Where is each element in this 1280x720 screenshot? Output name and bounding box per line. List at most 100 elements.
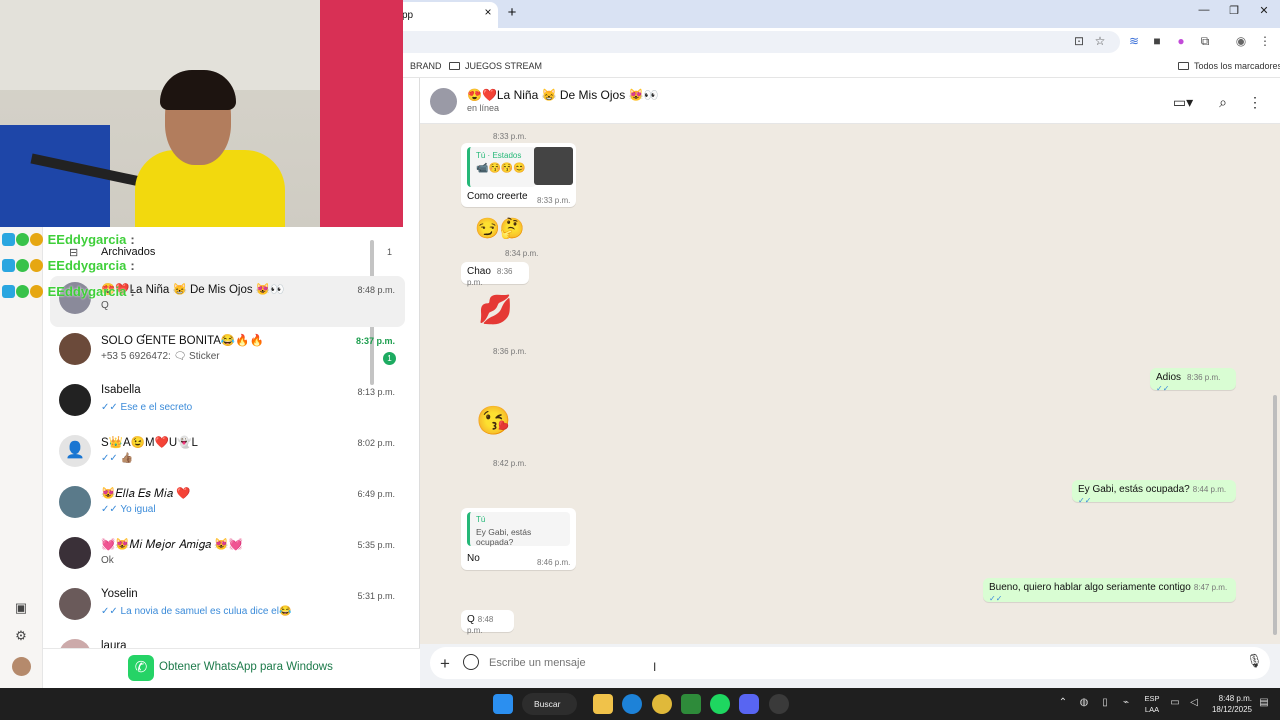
avatar: [59, 333, 91, 365]
read-ticks-icon: ✓✓: [1078, 496, 1092, 505]
message-text: No: [467, 553, 480, 564]
chat-preview: ✓✓ 👍🏽: [101, 453, 133, 464]
restore-button[interactable]: ❐: [1224, 4, 1244, 22]
avatar: [59, 588, 91, 620]
new-tab-button[interactable]: +: [504, 4, 520, 22]
tray-battery-icon[interactable]: ▯: [1098, 697, 1112, 711]
badge-icon: [16, 285, 29, 298]
file-explorer-icon[interactable]: [593, 694, 613, 714]
chat-preview: ✓✓ Ese e el secreto: [101, 402, 193, 413]
message-time: 8:36 p.m.: [1187, 373, 1221, 382]
media-icon[interactable]: ▣: [11, 600, 31, 618]
chat-name: S👑A😉M❤️U👻L: [101, 437, 198, 449]
bookmark-star-icon[interactable]: ☆: [1091, 34, 1109, 50]
chat-item[interactable]: laura: [50, 633, 405, 648]
badge-icon: [16, 233, 29, 246]
chat-time: 5:31 p.m.: [357, 591, 395, 601]
badge-icon: [30, 233, 43, 246]
search-icon[interactable]: ⌕: [1213, 94, 1233, 112]
chat-item[interactable]: Isabella ✓✓ Ese e el secreto 8:13 p.m.: [50, 378, 405, 429]
profile-avatar[interactable]: [12, 657, 31, 676]
tray-volume-icon[interactable]: ◁: [1187, 697, 1201, 711]
extensions-puzzle-icon[interactable]: ⧉: [1196, 34, 1214, 50]
spotify-icon[interactable]: [710, 694, 730, 714]
quote-text: Ey Gabi, estás ocupada?: [476, 527, 532, 547]
chat-time: 5:35 p.m.: [357, 540, 395, 550]
badge-icon: [30, 285, 43, 298]
settings-gear-icon[interactable]: ⚙: [11, 628, 31, 646]
default-avatar-icon: 👤: [59, 435, 91, 467]
tab-title: pp: [402, 10, 414, 21]
status-thumbnail[interactable]: [534, 147, 573, 185]
stream-colon: :: [130, 232, 135, 247]
attach-plus-icon[interactable]: +: [437, 654, 453, 673]
quoted-status[interactable]: Tú · Estados 📹😚😚😊: [467, 147, 536, 187]
badge-icon: [2, 285, 15, 298]
avatar: [59, 537, 91, 569]
tray-mic-icon[interactable]: ⌁: [1119, 697, 1133, 711]
extension-box-icon[interactable]: ■: [1148, 34, 1166, 50]
contact-name[interactable]: 😍❤️La Niña 😸 De Mis Ojos 😻👀: [467, 88, 658, 102]
folder-icon: [1178, 62, 1189, 70]
bookmark-brand[interactable]: BRAND: [410, 61, 442, 74]
chat-item[interactable]: 👤 S👑A😉M❤️U👻L ✓✓ 👍🏽 8:02 p.m.: [50, 429, 405, 480]
chat-item[interactable]: SOLO ƓENTE BONITA😂🔥🔥 +53 5 6926472: 🗨 St…: [50, 327, 405, 378]
lang-layout: LAA: [1144, 705, 1160, 714]
clock-date: 18/12/2025: [1211, 705, 1252, 714]
chat-name: 😻𝐸𝑙𝑙𝑎 𝐸𝑠 𝑀𝑖𝑎 ❤️: [101, 488, 191, 500]
sticker-emoji-icon[interactable]: [463, 654, 479, 670]
taskbar-search-button[interactable]: Buscar: [522, 693, 577, 715]
video-call-icon[interactable]: ▭▾: [1167, 94, 1199, 112]
message-text: Ey Gabi, estás ocupada?: [1078, 484, 1190, 495]
stream-username: EEddygarcia: [47, 232, 127, 247]
chat-menu-icon[interactable]: ⋮: [1245, 94, 1265, 112]
notifications-icon[interactable]: ▤: [1257, 697, 1271, 711]
chat-time: 8:48 p.m.: [357, 285, 395, 295]
profile-avatar-icon[interactable]: ◉: [1232, 34, 1250, 50]
microphone-icon[interactable]: 🎙: [1246, 653, 1263, 671]
contact-avatar[interactable]: [430, 88, 457, 115]
stream-username: EEddygarcia: [47, 284, 127, 299]
message-emoji: 😘: [476, 405, 511, 436]
chat-time: 8:02 p.m.: [357, 438, 395, 448]
chat-name: Yoselin: [101, 588, 138, 600]
tray-app-icon[interactable]: ◍: [1077, 697, 1091, 711]
text-cursor-icon: I: [653, 660, 657, 674]
taskbar-clock[interactable]: 8:48 p.m. 18/12/2025: [1208, 693, 1252, 715]
extension-circle-icon[interactable]: ●: [1172, 34, 1190, 50]
read-ticks-icon: ✓✓: [1156, 384, 1170, 393]
tab-close-icon[interactable]: ×: [481, 5, 495, 21]
close-window-button[interactable]: ✕: [1254, 4, 1274, 22]
chat-item[interactable]: 💓😻𝑀𝑖 𝑀𝑒𝑗𝑜𝑟 𝐴𝑚𝑖𝑔𝑎 😻💓 Ok 5:35 p.m.: [50, 531, 405, 582]
extension-wave-icon[interactable]: ≋: [1125, 34, 1143, 50]
tray-chevron-icon[interactable]: ⌃: [1056, 697, 1070, 711]
bookmark-all[interactable]: Todos los marcadores: [1178, 61, 1280, 74]
browser-menu-icon[interactable]: ⋮: [1256, 34, 1274, 50]
chat-item[interactable]: Yoselin ✓✓ La novia de samuel es culua d…: [50, 582, 405, 633]
stream-chat-line: EEddygarcia:: [2, 232, 135, 250]
message-input[interactable]: [489, 655, 1189, 671]
message-time: 8:47 p.m.: [1193, 583, 1228, 592]
minimize-button[interactable]: —: [1194, 4, 1214, 22]
message-incoming: 😏🤔 8:34 p.m.: [461, 210, 543, 260]
tray-network-icon[interactable]: ▭: [1168, 697, 1182, 711]
get-app-link[interactable]: Obtener WhatsApp para Windows: [159, 661, 333, 673]
chrome-icon[interactable]: [652, 694, 672, 714]
chat-name: SOLO ƓENTE BONITA😂🔥🔥: [101, 335, 264, 347]
webcam-overlay: [0, 0, 403, 227]
install-app-icon[interactable]: ⊡: [1070, 34, 1088, 50]
stream-chat-line: EEddygarcia:: [2, 258, 135, 276]
obs-icon[interactable]: [769, 694, 789, 714]
edge-icon[interactable]: [622, 694, 642, 714]
start-windows-icon[interactable]: [493, 694, 513, 714]
minecraft-icon[interactable]: [681, 694, 701, 714]
bookmark-juegos-stream[interactable]: JUEGOS STREAM: [449, 61, 542, 74]
message-incoming: Chao 8:36 p.m.: [461, 262, 529, 287]
language-indicator[interactable]: ESP LAA: [1143, 693, 1161, 715]
discord-icon[interactable]: [739, 694, 759, 714]
webcam-curtain: [320, 0, 403, 227]
conversation-scrollbar[interactable]: [1273, 395, 1277, 635]
chat-item[interactable]: 😻𝐸𝑙𝑙𝑎 𝐸𝑠 𝑀𝑖𝑎 ❤️ ✓✓ Yo igual 6:49 p.m.: [50, 480, 405, 531]
quoted-message[interactable]: Tú Ey Gabi, estás ocupada?: [467, 512, 570, 547]
read-ticks-icon: ✓✓: [989, 594, 1003, 603]
